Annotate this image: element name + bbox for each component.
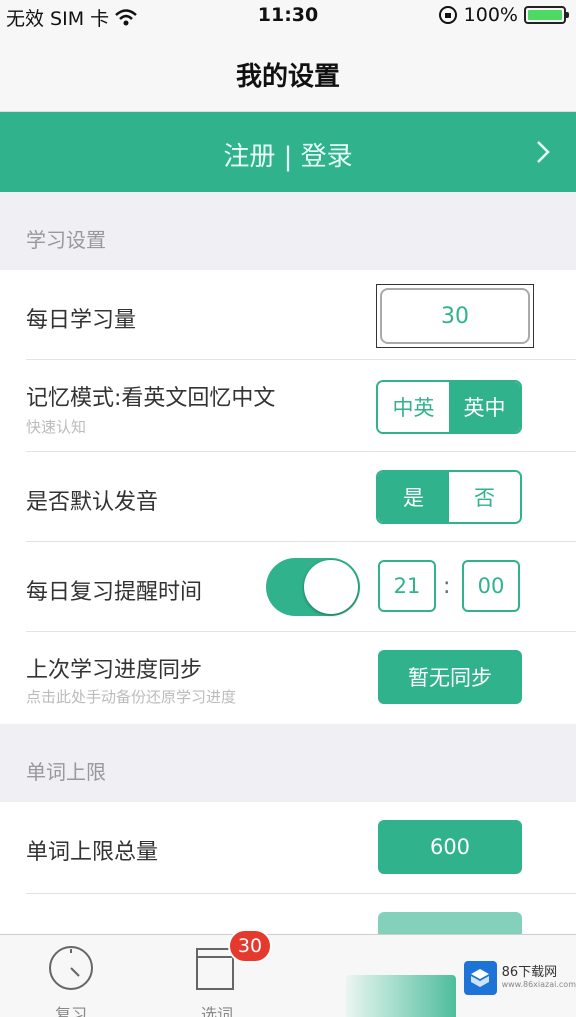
default-audio-label: 是否默认发音: [26, 490, 159, 515]
default-audio-option-no[interactable]: 否: [449, 472, 520, 522]
section-header-study: 学习设置: [26, 228, 106, 252]
sync-row[interactable]: 上次学习进度同步 点击此处手动备份还原学习进度 暂无同步: [0, 632, 576, 724]
reminder-hour-field[interactable]: 21: [378, 560, 436, 612]
word-limit-button[interactable]: 600: [378, 820, 522, 874]
page-title: 我的设置: [235, 62, 340, 92]
daily-amount-label: 每日学习量: [26, 308, 137, 333]
word-limit-row: 单词上限总量 600: [0, 802, 576, 894]
tab-review-label: 复习: [54, 1005, 87, 1017]
daily-amount-value: 30: [380, 288, 530, 344]
memory-mode-sublabel: 快速认知: [26, 418, 87, 436]
time-separator: :: [443, 574, 451, 599]
reminder-row: 每日复习提醒时间 21 : 00: [0, 542, 576, 632]
reminder-minute-field[interactable]: 00: [462, 560, 520, 612]
sync-sublabel: 点击此处手动备份还原学习进度: [26, 688, 237, 706]
memory-mode-option-cn-en[interactable]: 中英: [378, 382, 449, 432]
clock-dial-icon: [49, 946, 93, 990]
orientation-lock-icon: [438, 6, 457, 24]
memory-mode-segmented: 中英 英中: [376, 380, 522, 434]
reminder-toggle[interactable]: [266, 558, 360, 616]
default-audio-option-yes[interactable]: 是: [378, 472, 449, 522]
memory-mode-option-en-cn[interactable]: 英中: [449, 382, 520, 432]
tab-review[interactable]: 复习: [44, 943, 98, 1017]
site-watermark: 86下载网 www.86xiazai.com: [464, 958, 576, 998]
watermark-name: 86下载网: [501, 965, 558, 981]
word-limit-label: 单词上限总量: [26, 840, 159, 865]
memory-mode-row: 记忆模式:看英文回忆中文 快速认知 中英 英中: [0, 360, 576, 452]
memory-mode-label: 记忆模式:看英文回忆中文: [26, 386, 276, 411]
login-register-label: 注册 | 登录: [223, 142, 353, 172]
nav-bar: 我的设置: [0, 32, 576, 112]
section-header-word-limit: 单词上限: [26, 760, 106, 784]
daily-amount-row: 每日学习量 30: [0, 270, 576, 360]
chevron-right-icon: [537, 141, 550, 163]
reminder-label: 每日复习提醒时间: [26, 580, 203, 605]
watermark-logo-icon: [464, 961, 497, 995]
login-register-button[interactable]: 注册 | 登录: [0, 112, 576, 192]
sync-label: 上次学习进度同步: [26, 658, 203, 683]
status-right: 100%: [438, 4, 569, 26]
watermark-url: www.86xiazai.com: [501, 979, 576, 989]
toggle-knob: [304, 560, 358, 614]
battery-icon: [524, 6, 569, 24]
tab-choose-words-label: 选词: [200, 1005, 233, 1017]
tab-badge: 30: [228, 929, 272, 963]
default-audio-row: 是否默认发音 是 否: [0, 452, 576, 542]
status-bar: 无效 SIM 卡 11:30 100%: [0, 0, 576, 32]
default-audio-segmented: 是 否: [376, 470, 522, 524]
sync-button[interactable]: 暂无同步: [378, 650, 522, 704]
daily-amount-field[interactable]: 30: [376, 284, 534, 348]
tab-progress-strip[interactable]: [346, 975, 456, 1017]
next-row-partial: [0, 894, 576, 952]
battery-percent: 100%: [463, 4, 518, 26]
